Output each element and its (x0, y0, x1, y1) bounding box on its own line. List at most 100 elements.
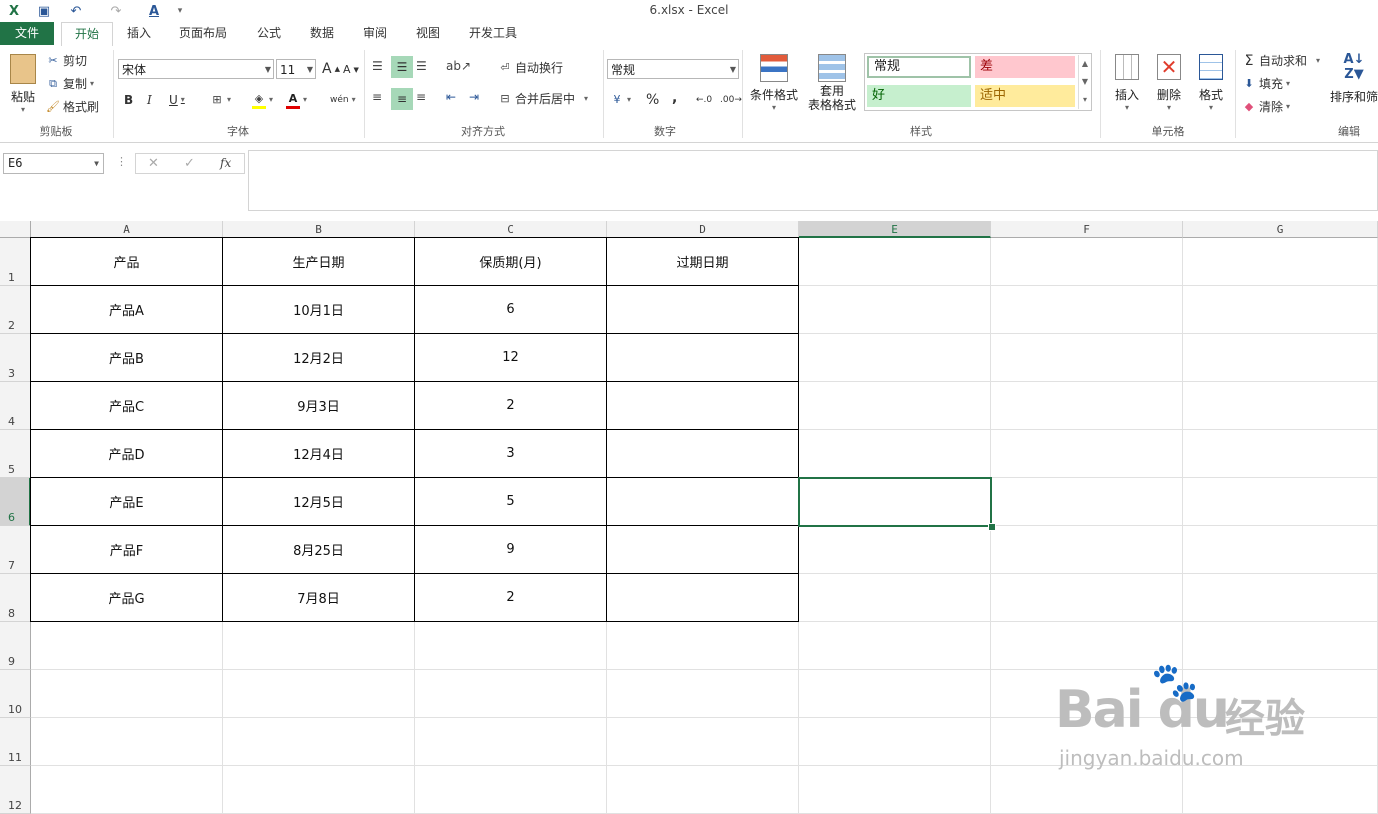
enter-icon[interactable]: ✓ (184, 156, 195, 171)
cell-e9[interactable] (799, 622, 991, 670)
cell-b2[interactable]: 10月1日 (222, 285, 415, 334)
cell-f5[interactable] (991, 430, 1183, 478)
italic-button[interactable]: I (147, 90, 152, 110)
column-header-e[interactable]: E (799, 221, 991, 238)
align-bottom-icon[interactable]: ☰ (416, 59, 434, 79)
tab-developer[interactable]: 开发工具 (460, 22, 526, 45)
cell-a8[interactable]: 产品G (30, 573, 223, 622)
fill-handle[interactable] (988, 523, 996, 531)
accounting-format-button[interactable]: ¥ ▾ (610, 90, 632, 110)
insert-cells-button[interactable]: 插入 ▾ (1107, 52, 1147, 122)
row-header-10[interactable]: 10 (0, 670, 31, 718)
cell-b11[interactable] (223, 718, 415, 766)
cell-c6[interactable]: 5 (414, 477, 607, 526)
row-header-9[interactable]: 9 (0, 622, 31, 670)
row-header-7[interactable]: 7 (0, 526, 31, 574)
cell-a6[interactable]: 产品E (30, 477, 223, 526)
align-left-icon[interactable]: ≡ (372, 90, 390, 110)
column-header-a[interactable]: A (31, 221, 223, 238)
cell-g4[interactable] (1183, 382, 1378, 430)
cell-d5[interactable] (606, 429, 799, 478)
style-neutral[interactable]: 适中 (975, 85, 1075, 107)
column-header-c[interactable]: C (415, 221, 607, 238)
cell-a5[interactable]: 产品D (30, 429, 223, 478)
cell-d8[interactable] (606, 573, 799, 622)
cell-c10[interactable] (415, 670, 607, 718)
cell-f6[interactable] (991, 478, 1183, 526)
cell-b9[interactable] (223, 622, 415, 670)
align-center-icon[interactable]: ≡ (391, 88, 413, 110)
cell-c9[interactable] (415, 622, 607, 670)
cell-a1[interactable]: 产品 (30, 237, 223, 286)
cell-f2[interactable] (991, 286, 1183, 334)
shrink-font-button[interactable]: A ▼ (343, 60, 359, 80)
cell-a9[interactable] (31, 622, 223, 670)
column-header-g[interactable]: G (1183, 221, 1378, 238)
format-as-table-button[interactable]: 套用 表格格式 (802, 52, 862, 122)
row-header-12[interactable]: 12 (0, 766, 31, 814)
cell-b1[interactable]: 生产日期 (222, 237, 415, 286)
cell-b6[interactable]: 12月5日 (222, 477, 415, 526)
decrease-decimal-icon[interactable]: .00→ (720, 90, 742, 110)
cell-d6[interactable] (606, 477, 799, 526)
cell-e8[interactable] (799, 574, 991, 622)
row-header-1[interactable]: 1 (0, 238, 31, 286)
row-header-8[interactable]: 8 (0, 574, 31, 622)
cell-e5[interactable] (799, 430, 991, 478)
cell-g2[interactable] (1183, 286, 1378, 334)
format-painter-button[interactable]: 🖌 格式刷 (46, 97, 99, 117)
cell-a3[interactable]: 产品B (30, 333, 223, 382)
select-all-corner[interactable] (0, 221, 31, 238)
conditional-format-button[interactable]: 条件格式 ▾ (746, 52, 802, 122)
align-top-icon[interactable]: ☰ (372, 59, 390, 79)
insert-function-icon[interactable]: fx (220, 156, 231, 170)
clear-button[interactable]: ◆ 清除 ▾ (1242, 97, 1290, 117)
autosum-button[interactable]: Σ 自动求和 ▾ (1242, 51, 1320, 71)
tab-formulas[interactable]: 公式 (248, 22, 290, 45)
cell-d3[interactable] (606, 333, 799, 382)
row-header-11[interactable]: 11 (0, 718, 31, 766)
cell-a7[interactable]: 产品F (30, 525, 223, 574)
cell-b12[interactable] (223, 766, 415, 814)
cell-d12[interactable] (607, 766, 799, 814)
paste-button[interactable]: 粘贴 ▾ (6, 52, 40, 118)
borders-button[interactable]: ⊞ ▾ (210, 90, 231, 110)
cell-e11[interactable] (799, 718, 991, 766)
formula-input[interactable] (248, 150, 1378, 211)
cell-b5[interactable]: 12月4日 (222, 429, 415, 478)
column-header-b[interactable]: B (223, 221, 415, 238)
tab-review[interactable]: 审阅 (354, 22, 396, 45)
row-header-4[interactable]: 4 (0, 382, 31, 430)
format-cells-button[interactable]: 格式 ▾ (1191, 52, 1231, 122)
fill-color-button[interactable]: ◈ ▾ (252, 90, 273, 110)
cell-d1[interactable]: 过期日期 (606, 237, 799, 286)
cell-b10[interactable] (223, 670, 415, 718)
sort-filter-button[interactable]: A↓ Z▼ 排序和筛 (1330, 52, 1378, 122)
cell-a2[interactable]: 产品A (30, 285, 223, 334)
column-header-d[interactable]: D (607, 221, 799, 238)
cell-c1[interactable]: 保质期(月) (414, 237, 607, 286)
cell-g5[interactable] (1183, 430, 1378, 478)
cancel-icon[interactable]: ✕ (148, 156, 159, 171)
cell-g7[interactable] (1183, 526, 1378, 574)
cell-e2[interactable] (799, 286, 991, 334)
align-right-icon[interactable]: ≡ (416, 90, 434, 110)
row-header-3[interactable]: 3 (0, 334, 31, 382)
cell-e12[interactable] (799, 766, 991, 814)
cell-c8[interactable]: 2 (414, 573, 607, 622)
cell-c11[interactable] (415, 718, 607, 766)
style-bad[interactable]: 差 (975, 56, 1075, 78)
cell-d7[interactable] (606, 525, 799, 574)
delete-cells-button[interactable]: ✕ 删除 ▾ (1149, 52, 1189, 122)
cell-c4[interactable]: 2 (414, 381, 607, 430)
cell-f8[interactable] (991, 574, 1183, 622)
cell-c3[interactable]: 12 (414, 333, 607, 382)
row-header-5[interactable]: 5 (0, 430, 31, 478)
tab-home[interactable]: 开始 (61, 22, 113, 47)
align-middle-icon[interactable]: ☰ (391, 56, 413, 78)
cell-c12[interactable] (415, 766, 607, 814)
cell-g3[interactable] (1183, 334, 1378, 382)
copy-button[interactable]: ⧉ 复制 ▾ (46, 74, 94, 94)
cell-d9[interactable] (607, 622, 799, 670)
cell-b7[interactable]: 8月25日 (222, 525, 415, 574)
